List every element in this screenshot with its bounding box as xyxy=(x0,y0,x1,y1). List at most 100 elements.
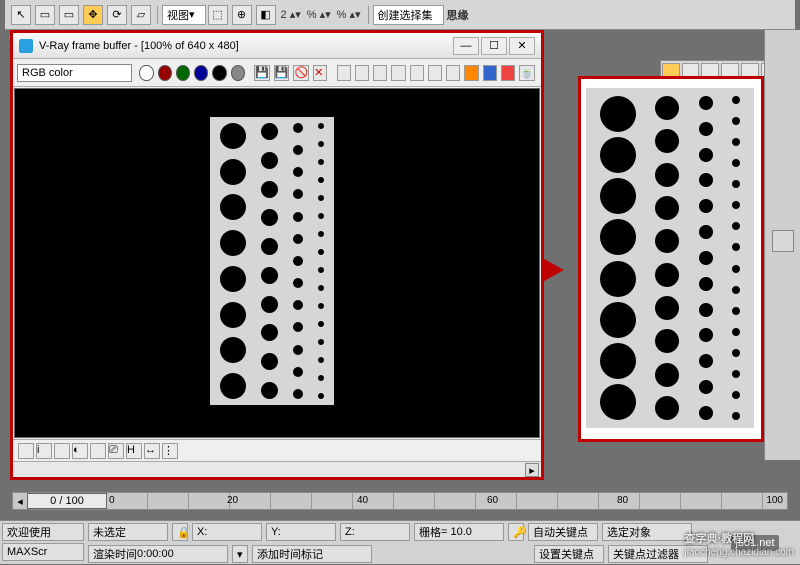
channel-combo[interactable]: RGB color xyxy=(17,64,132,82)
scrollbar-right-icon[interactable]: ▸ xyxy=(525,463,539,477)
dot xyxy=(261,209,278,226)
tool4-icon[interactable] xyxy=(391,65,405,81)
tool7-icon[interactable] xyxy=(446,65,460,81)
swatch-blue-icon[interactable] xyxy=(194,65,208,81)
swatch-black-icon[interactable] xyxy=(212,65,226,81)
add-time-tag[interactable]: 添加时间标记 xyxy=(252,545,372,563)
swatch-white-icon[interactable] xyxy=(139,65,153,81)
levels-icon[interactable]: ⎚ xyxy=(108,443,124,459)
dot xyxy=(318,141,324,147)
dots-icon[interactable]: ⋮ xyxy=(162,443,178,459)
dot xyxy=(600,302,636,338)
time-slider-label: 0 / 100 xyxy=(50,495,84,507)
dot xyxy=(261,238,278,255)
tool8-icon[interactable] xyxy=(464,65,478,81)
swatch-red-icon[interactable] xyxy=(158,65,172,81)
coord-z[interactable]: Z: xyxy=(340,523,410,541)
vray-icon xyxy=(19,39,33,53)
pointer-icon[interactable]: ↖ xyxy=(11,5,31,25)
close-button[interactable]: ✕ xyxy=(509,37,535,55)
swatch-green-icon[interactable] xyxy=(176,65,190,81)
vfb-scrollbar[interactable]: ▸ xyxy=(13,461,541,477)
dot xyxy=(318,123,324,129)
status-bar: 欢迎使用 MAXScr 未选定 🔒 X: Y: Z: 栅格 = 10.0 🔑 自… xyxy=(0,520,800,564)
eyedrop-icon[interactable] xyxy=(54,443,70,459)
vfb-title-text: V-Ray frame buffer - [100% of 640 x 480] xyxy=(39,40,451,52)
render-time: 渲染时间 0:00:00 xyxy=(88,545,228,563)
bgrid-icon[interactable] xyxy=(18,443,34,459)
tool10-icon[interactable] xyxy=(501,65,515,81)
rotate-icon[interactable]: ⟳ xyxy=(107,5,127,25)
dot xyxy=(732,159,740,167)
move-icon[interactable]: ✥ xyxy=(83,5,103,25)
dot xyxy=(699,225,713,239)
vfb-viewport[interactable] xyxy=(14,88,540,438)
dot xyxy=(220,373,246,399)
snap-icon[interactable]: ⬚ xyxy=(208,5,228,25)
grid-value: 栅格 = 10.0 xyxy=(414,523,504,541)
render-card xyxy=(210,117,334,405)
tool3-icon[interactable] xyxy=(373,65,387,81)
selection-set-combo[interactable]: 创建选择集 xyxy=(373,5,444,25)
coord-x[interactable]: X: xyxy=(192,523,262,541)
timeline-left-icon[interactable]: ◂ xyxy=(13,495,27,508)
snap3-icon[interactable]: ◧ xyxy=(256,5,276,25)
dot xyxy=(655,363,679,387)
contrast-icon[interactable]: ◐ xyxy=(72,443,88,459)
dot xyxy=(732,243,740,251)
tool1-icon[interactable] xyxy=(337,65,351,81)
maxscript-label[interactable]: MAXScr xyxy=(2,543,84,561)
brand-label: 思缘 xyxy=(447,7,469,23)
save2-icon[interactable]: 💾 xyxy=(274,65,290,81)
coord-y[interactable]: Y: xyxy=(266,523,336,541)
dot xyxy=(220,302,246,328)
side-button[interactable] xyxy=(772,230,794,252)
dot xyxy=(293,212,303,222)
save-icon[interactable]: 💾 xyxy=(254,65,270,81)
dot-col-3 xyxy=(699,96,713,420)
tool6-icon[interactable] xyxy=(428,65,442,81)
maximize-button[interactable]: ☐ xyxy=(481,37,507,55)
dot xyxy=(732,96,740,104)
dot xyxy=(655,229,679,253)
dot xyxy=(699,406,713,420)
clear-icon[interactable]: 🚫 xyxy=(293,65,309,81)
dot xyxy=(732,201,740,209)
dot xyxy=(699,96,713,110)
selected-object-combo[interactable]: 选定对象 xyxy=(602,523,692,541)
lock-icon[interactable]: 🔒 xyxy=(172,523,188,541)
dot xyxy=(732,412,740,420)
minimize-button[interactable]: — xyxy=(453,37,479,55)
view-combo[interactable]: 视图 ▾ xyxy=(162,5,206,25)
snap2-icon[interactable]: ⊕ xyxy=(232,5,252,25)
tag-icon[interactable]: ▾ xyxy=(232,545,248,563)
dot xyxy=(261,324,278,341)
scale-icon[interactable]: ▱ xyxy=(131,5,151,25)
set-key-button[interactable]: 设置关键点 xyxy=(534,545,604,563)
tool9-icon[interactable] xyxy=(483,65,497,81)
dot xyxy=(293,256,303,266)
dot xyxy=(261,123,278,140)
time-slider-knob[interactable]: 0 / 100 xyxy=(27,493,107,509)
key-filter-button[interactable]: 关键点过滤器 xyxy=(608,545,708,563)
vfb-titlebar[interactable]: V-Ray frame buffer - [100% of 640 x 480]… xyxy=(13,33,541,59)
swatch-gray-icon[interactable] xyxy=(231,65,245,81)
curves-icon[interactable] xyxy=(90,443,106,459)
time-ruler[interactable]: 0 20 40 60 80 100 xyxy=(107,493,787,509)
h-button[interactable]: H xyxy=(126,443,142,459)
key-icon[interactable]: 🔑 xyxy=(508,523,524,541)
time-slider[interactable]: ◂ 0 / 100 0 20 40 60 80 100 xyxy=(12,492,788,510)
dot xyxy=(318,231,324,237)
compare-icon[interactable]: ↔ xyxy=(144,443,160,459)
spinner1: 2 ▴▾ xyxy=(281,8,301,21)
info-icon[interactable]: i xyxy=(36,443,52,459)
teapot-icon[interactable]: 🍵 xyxy=(519,65,535,81)
rect-select2-icon[interactable]: ▭ xyxy=(59,5,79,25)
tool5-icon[interactable] xyxy=(410,65,424,81)
dot-col-2 xyxy=(261,123,278,399)
dot xyxy=(732,265,740,273)
auto-key-button[interactable]: 自动关键点 xyxy=(528,523,598,541)
rect-select-icon[interactable]: ▭ xyxy=(35,5,55,25)
tool2-icon[interactable] xyxy=(355,65,369,81)
delete-icon[interactable]: ✕ xyxy=(313,65,327,81)
